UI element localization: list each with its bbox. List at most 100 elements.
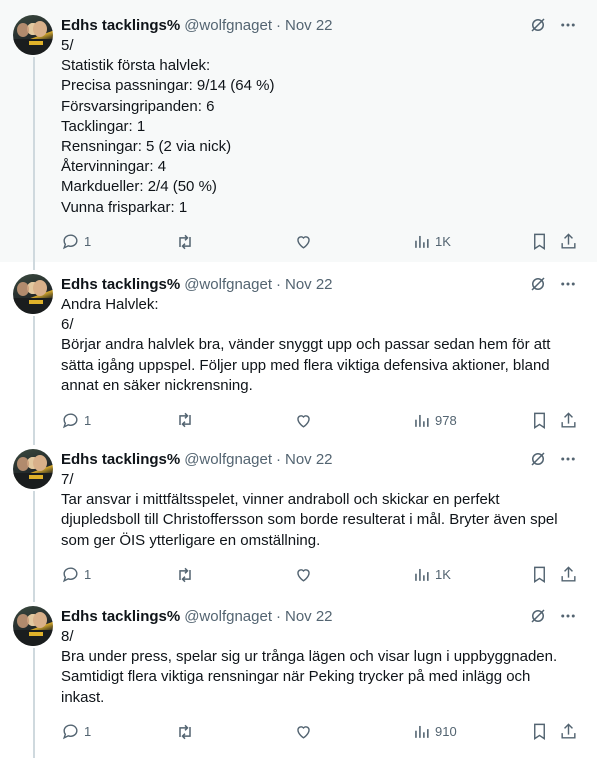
post-7[interactable]: Edhs tacklings% @wolfgnaget · Nov 22 7/ … <box>0 439 597 596</box>
reply-count: 1 <box>84 567 92 583</box>
views-icon <box>412 411 431 430</box>
views-button[interactable]: 1K <box>412 232 451 252</box>
repost-button[interactable] <box>175 232 195 252</box>
like-icon <box>294 232 313 251</box>
text-line: 5/ <box>61 37 74 54</box>
post-text: 5/ Statistik första halvlek: Precisa pas… <box>61 36 597 218</box>
reply-count: 1 <box>84 724 92 740</box>
avatar[interactable] <box>13 449 53 489</box>
reply-icon <box>61 565 80 584</box>
text-line: som ger ÖIS ytterligare en omställning. <box>61 531 321 549</box>
reply-count: 1 <box>84 234 92 250</box>
text-line: djupledsboll till Christoffersson som bo… <box>61 511 558 529</box>
bookmark-icon <box>530 411 549 430</box>
like-button[interactable] <box>294 232 313 252</box>
share-icon <box>559 411 578 430</box>
post-date[interactable]: Nov 22 <box>285 17 333 34</box>
views-button[interactable]: 910 <box>412 722 457 742</box>
retweet-icon <box>175 232 195 252</box>
reply-button[interactable]: 1 <box>61 232 91 252</box>
share-button[interactable] <box>559 410 578 430</box>
post-date[interactable]: Nov 22 <box>285 276 333 293</box>
text-line: Samtidigt flera viktiga rensningar när P… <box>61 668 531 686</box>
text-line: Andra Halvlek: <box>61 296 159 313</box>
like-icon <box>294 565 313 584</box>
text-line: Tar ansvar i mittfältsspelet, vinner and… <box>61 491 500 509</box>
grok-icon[interactable] <box>529 607 547 625</box>
header-actions <box>529 275 577 293</box>
text-line: sätta igång uppspel. Följer upp med fler… <box>61 356 550 374</box>
header-actions <box>529 607 577 625</box>
grok-icon[interactable] <box>529 275 547 293</box>
author-name[interactable]: Edhs tacklings% <box>61 17 180 34</box>
like-button[interactable] <box>294 565 313 585</box>
share-icon <box>559 565 578 584</box>
post-8[interactable]: Edhs tacklings% @wolfgnaget · Nov 22 8/ … <box>0 596 597 758</box>
thread-line <box>33 316 35 439</box>
share-button[interactable] <box>559 722 578 742</box>
post-header: Edhs tacklings% @wolfgnaget · Nov 22 <box>61 606 597 626</box>
reply-button[interactable]: 1 <box>61 722 91 742</box>
share-button[interactable] <box>559 565 578 585</box>
text-line: Precisa passningar: 9/14 (64 %) <box>61 77 275 95</box>
avatar[interactable] <box>13 606 53 646</box>
author-name[interactable]: Edhs tacklings% <box>61 608 180 625</box>
separator-dot: · <box>275 16 281 34</box>
retweet-icon <box>175 565 195 585</box>
author-handle[interactable]: @wolfgnaget <box>184 276 272 293</box>
author-name[interactable]: Edhs tacklings% <box>61 451 180 468</box>
views-count: 1K <box>435 234 451 250</box>
reply-icon <box>61 411 80 430</box>
like-button[interactable] <box>294 410 313 430</box>
post-header: Edhs tacklings% @wolfgnaget · Nov 22 <box>61 15 597 35</box>
post-6[interactable]: Edhs tacklings% @wolfgnaget · Nov 22 And… <box>0 262 597 439</box>
views-icon <box>412 232 431 251</box>
post-date[interactable]: Nov 22 <box>285 608 333 625</box>
more-icon[interactable] <box>559 450 577 468</box>
repost-button[interactable] <box>175 410 195 430</box>
text-line: annat en säker nickrensning. <box>61 376 253 394</box>
share-icon <box>559 722 578 741</box>
share-button[interactable] <box>559 232 578 252</box>
views-button[interactable]: 978 <box>412 410 457 430</box>
repost-button[interactable] <box>175 722 195 742</box>
thread-line <box>33 439 35 445</box>
post-text: Andra Halvlek: 6/ Börjar andra halvlek b… <box>61 295 597 396</box>
more-icon[interactable] <box>559 607 577 625</box>
grok-icon[interactable] <box>529 450 547 468</box>
text-line: Statistik första halvlek: <box>61 57 211 75</box>
post-text: 7/ Tar ansvar i mittfältsspelet, vinner … <box>61 470 597 551</box>
thread: Edhs tacklings% @wolfgnaget · Nov 22 5/ … <box>0 0 597 758</box>
bookmark-button[interactable] <box>530 232 549 252</box>
author-handle[interactable]: @wolfgnaget <box>184 451 272 468</box>
avatar[interactable] <box>13 15 53 55</box>
like-icon <box>294 411 313 430</box>
action-bar: 1 978 <box>61 410 597 430</box>
reply-button[interactable]: 1 <box>61 565 91 585</box>
like-button[interactable] <box>294 722 313 742</box>
avatar[interactable] <box>13 274 53 314</box>
text-line: Tacklingar: 1 <box>61 117 146 135</box>
views-count: 910 <box>435 724 457 740</box>
retweet-icon <box>175 410 195 430</box>
grok-icon[interactable] <box>529 16 547 34</box>
author-name[interactable]: Edhs tacklings% <box>61 276 180 293</box>
text-line: 6/ <box>61 316 74 334</box>
author-handle[interactable]: @wolfgnaget <box>184 17 272 34</box>
bookmark-button[interactable] <box>530 722 549 742</box>
views-button[interactable]: 1K <box>412 565 451 585</box>
text-line: 8/ <box>61 628 74 645</box>
bookmark-button[interactable] <box>530 565 549 585</box>
post-date[interactable]: Nov 22 <box>285 451 333 468</box>
bookmark-button[interactable] <box>530 410 549 430</box>
reply-icon <box>61 232 80 251</box>
more-icon[interactable] <box>559 275 577 293</box>
post-5[interactable]: Edhs tacklings% @wolfgnaget · Nov 22 5/ … <box>0 0 597 262</box>
text-line: Återvinningar: 4 <box>61 158 167 176</box>
more-icon[interactable] <box>559 16 577 34</box>
bookmark-icon <box>530 232 549 251</box>
author-handle[interactable]: @wolfgnaget <box>184 608 272 625</box>
repost-button[interactable] <box>175 565 195 585</box>
reply-button[interactable]: 1 <box>61 410 91 430</box>
reply-count: 1 <box>84 412 92 428</box>
